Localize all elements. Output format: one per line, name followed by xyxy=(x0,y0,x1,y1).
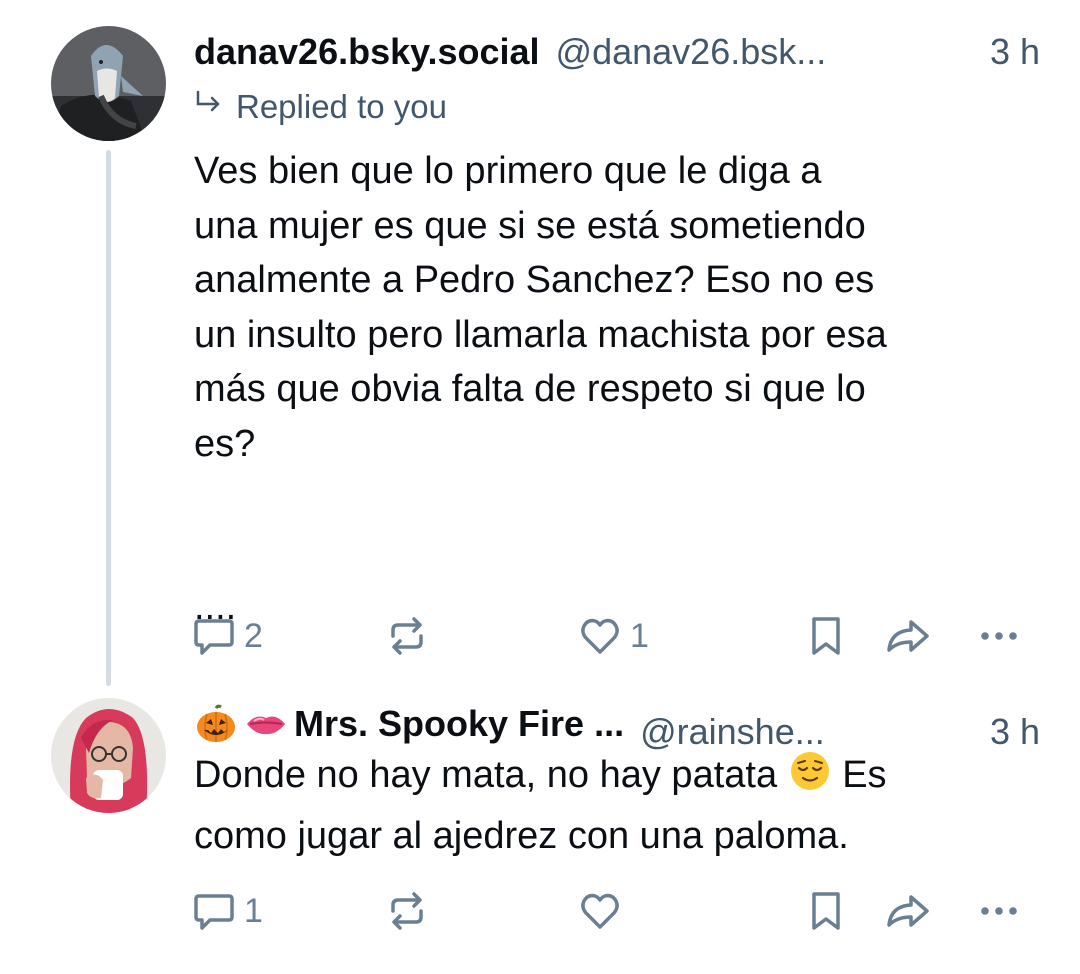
speech-bubble-icon xyxy=(192,614,236,658)
display-name[interactable]: Mrs. Spooky Fire ... xyxy=(194,702,624,746)
avatar[interactable] xyxy=(51,698,166,813)
like-button[interactable]: 1 xyxy=(578,611,649,661)
post-text-line1b: Es xyxy=(831,754,887,796)
post-text: Donde no hay mata, no hay patata Es como… xyxy=(194,748,1034,863)
post-danav26[interactable]: danav26.bsky.social @danav26.bsk... 3 h … xyxy=(0,0,1080,690)
bookmark-icon xyxy=(806,889,846,933)
share-button[interactable] xyxy=(885,611,931,661)
bookmark-button[interactable] xyxy=(806,886,846,936)
more-dots-icon xyxy=(977,614,1021,658)
speech-bubble-icon xyxy=(192,889,236,933)
timestamp[interactable]: 3 h xyxy=(990,30,1040,74)
post-text-line1a: Donde no hay mata, no hay patata xyxy=(194,754,788,796)
pumpkin-emoji-icon xyxy=(194,704,238,744)
replied-indicator: Replied to you xyxy=(194,88,447,126)
avatar[interactable] xyxy=(51,26,166,141)
post-text: Ves bien que lo primero que le diga a un… xyxy=(194,150,887,628)
display-name[interactable]: danav26.bsky.social xyxy=(194,30,540,74)
more-options-button[interactable] xyxy=(977,611,1021,661)
like-count: 1 xyxy=(630,616,649,655)
post-header: Mrs. Spooky Fire ... @rainshe... 3 h xyxy=(194,702,1040,754)
heart-icon xyxy=(578,889,622,933)
lips-emoji-icon xyxy=(244,704,288,744)
post-header: danav26.bsky.social @danav26.bsk... 3 h xyxy=(194,30,1040,74)
reply-button[interactable]: 1 xyxy=(192,886,263,936)
heart-icon xyxy=(578,614,622,658)
share-arrow-icon xyxy=(885,614,931,658)
bookmark-button[interactable] xyxy=(806,611,846,661)
more-options-button[interactable] xyxy=(977,886,1021,936)
repost-button[interactable] xyxy=(385,611,429,661)
share-button[interactable] xyxy=(885,886,931,936)
repost-arrows-icon xyxy=(385,889,429,933)
post-actions: 2 1 xyxy=(192,611,1032,661)
post-actions: 1 xyxy=(192,886,1032,936)
handle[interactable]: @danav26.bsk... xyxy=(556,30,974,74)
thread-line xyxy=(106,150,111,686)
repost-button[interactable] xyxy=(385,886,429,936)
more-dots-icon xyxy=(977,889,1021,933)
repost-arrows-icon xyxy=(385,614,429,658)
post-mrs-spooky-fire[interactable]: Mrs. Spooky Fire ... @rainshe... 3 h Don… xyxy=(0,690,1080,974)
display-name-text: Mrs. Spooky Fire ... xyxy=(294,703,625,744)
reply-count: 2 xyxy=(244,616,263,655)
replied-label: Replied to you xyxy=(236,88,447,125)
like-button[interactable] xyxy=(578,886,630,936)
bookmark-icon xyxy=(806,614,846,658)
reply-button[interactable]: 2 xyxy=(192,611,263,661)
relieved-face-emoji-icon xyxy=(788,749,832,809)
reply-arrow-icon xyxy=(194,90,224,124)
reply-count: 1 xyxy=(244,891,263,930)
post-text-line2: como jugar al ajedrez con una paloma. xyxy=(194,814,849,857)
share-arrow-icon xyxy=(885,889,931,933)
